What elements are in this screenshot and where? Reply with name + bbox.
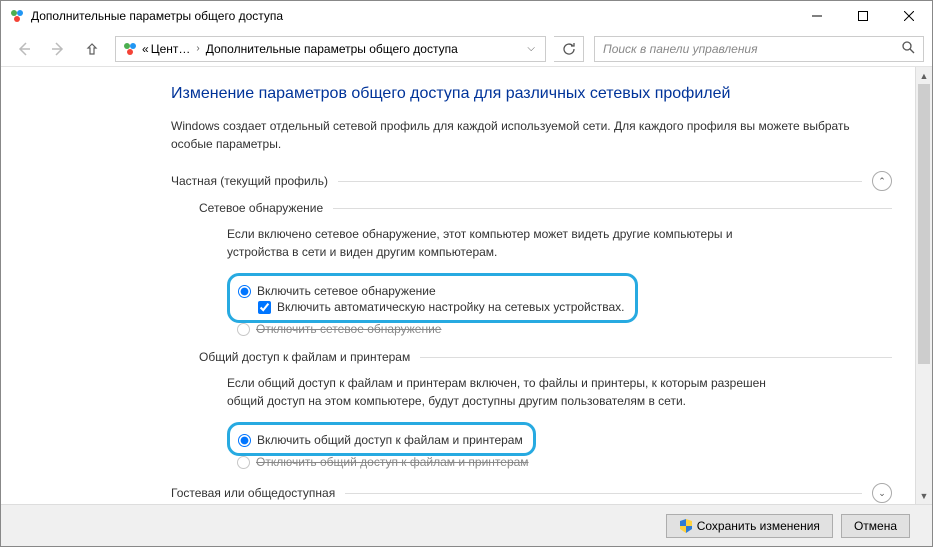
breadcrumb-item-1[interactable]: Цент… (151, 42, 191, 56)
forward-button[interactable] (43, 35, 73, 63)
profile-private-header[interactable]: Частная (текущий профиль) ⌃ (171, 171, 892, 191)
cancel-button-label: Отмена (854, 519, 897, 533)
content-area: Изменение параметров общего доступа для … (1, 67, 932, 504)
save-button-label: Сохранить изменения (697, 519, 820, 533)
group-network-discovery: Сетевое обнаружение Если включено сетево… (199, 201, 892, 336)
radio-fileshare-on[interactable]: Включить общий доступ к файлам и принтер… (238, 433, 523, 447)
radio-fileshare-off-label: Отключить общий доступ к файлам и принте… (256, 455, 529, 469)
chevron-up-icon[interactable]: ⌃ (872, 171, 892, 191)
discovery-description: Если включено сетевое обнаружение, этот … (227, 225, 787, 261)
maximize-button[interactable] (840, 1, 886, 31)
scroll-down-icon[interactable]: ▼ (916, 487, 932, 504)
breadcrumb-item-2[interactable]: Дополнительные параметры общего доступа (206, 42, 458, 56)
minimize-button[interactable] (794, 1, 840, 31)
breadcrumb[interactable]: « Цент… › Дополнительные параметры общег… (115, 36, 546, 62)
scroll-up-icon[interactable]: ▲ (916, 67, 932, 84)
app-icon (9, 8, 25, 24)
radio-fileshare-off-input[interactable] (237, 456, 250, 469)
title-bar: Дополнительные параметры общего доступа (1, 1, 932, 31)
page-subtext: Windows создает отдельный сетевой профил… (171, 117, 892, 153)
radio-discovery-off[interactable]: Отключить сетевое обнаружение (237, 322, 892, 336)
divider (333, 208, 892, 209)
close-button[interactable] (886, 1, 932, 31)
save-button[interactable]: Сохранить изменения (666, 514, 833, 538)
chevron-right-icon: › (192, 43, 203, 54)
radio-fileshare-off[interactable]: Отключить общий доступ к файлам и принте… (237, 455, 892, 469)
scroll-thumb[interactable] (918, 84, 930, 364)
footer-bar: Сохранить изменения Отмена (1, 504, 932, 546)
group-title-discovery: Сетевое обнаружение (199, 201, 323, 215)
radio-discovery-on[interactable]: Включить сетевое обнаружение (238, 284, 625, 298)
profile-guest-header[interactable]: Гостевая или общедоступная ⌄ (171, 483, 892, 503)
divider (420, 357, 892, 358)
group-file-sharing: Общий доступ к файлам и принтерам Если о… (199, 350, 892, 469)
cancel-button[interactable]: Отмена (841, 514, 910, 538)
chevron-down-icon[interactable]: ⌄ (872, 483, 892, 503)
search-placeholder: Поиск в панели управления (603, 42, 902, 56)
checkbox-auto-setup[interactable]: Включить автоматическую настройку на сет… (258, 300, 625, 314)
profile-guest-label: Гостевая или общедоступная (171, 486, 335, 500)
search-icon (902, 41, 915, 57)
divider (345, 493, 862, 494)
refresh-button[interactable] (554, 36, 584, 62)
group-title-fileshare: Общий доступ к файлам и принтерам (199, 350, 410, 364)
up-button[interactable] (77, 35, 107, 63)
page-heading: Изменение параметров общего доступа для … (171, 85, 892, 103)
highlight-fileshare: Включить общий доступ к файлам и принтер… (227, 422, 536, 456)
fileshare-description: Если общий доступ к файлам и принтерам в… (227, 374, 787, 410)
radio-discovery-on-input[interactable] (238, 285, 251, 298)
vertical-scrollbar[interactable]: ▲ ▼ (915, 67, 932, 504)
back-button[interactable] (9, 35, 39, 63)
profile-private-label: Частная (текущий профиль) (171, 174, 328, 188)
radio-discovery-off-input[interactable] (237, 323, 250, 336)
breadcrumb-dropdown-icon[interactable]: ⌵ (521, 43, 541, 54)
radio-fileshare-on-label: Включить общий доступ к файлам и принтер… (257, 433, 523, 447)
divider (338, 181, 862, 182)
breadcrumb-icon (122, 41, 138, 57)
shield-icon (679, 519, 693, 533)
checkbox-auto-setup-input[interactable] (258, 301, 271, 314)
search-input[interactable]: Поиск в панели управления (594, 36, 924, 62)
navigation-bar: « Цент… › Дополнительные параметры общег… (1, 31, 932, 67)
checkbox-auto-setup-label: Включить автоматическую настройку на сет… (277, 300, 625, 314)
window-controls (794, 1, 932, 31)
window-title: Дополнительные параметры общего доступа (31, 9, 794, 23)
radio-discovery-off-label: Отключить сетевое обнаружение (256, 322, 441, 336)
breadcrumb-prefix: « (142, 42, 149, 56)
radio-discovery-on-label: Включить сетевое обнаружение (257, 284, 436, 298)
radio-fileshare-on-input[interactable] (238, 434, 251, 447)
highlight-discovery: Включить сетевое обнаружение Включить ав… (227, 273, 638, 323)
